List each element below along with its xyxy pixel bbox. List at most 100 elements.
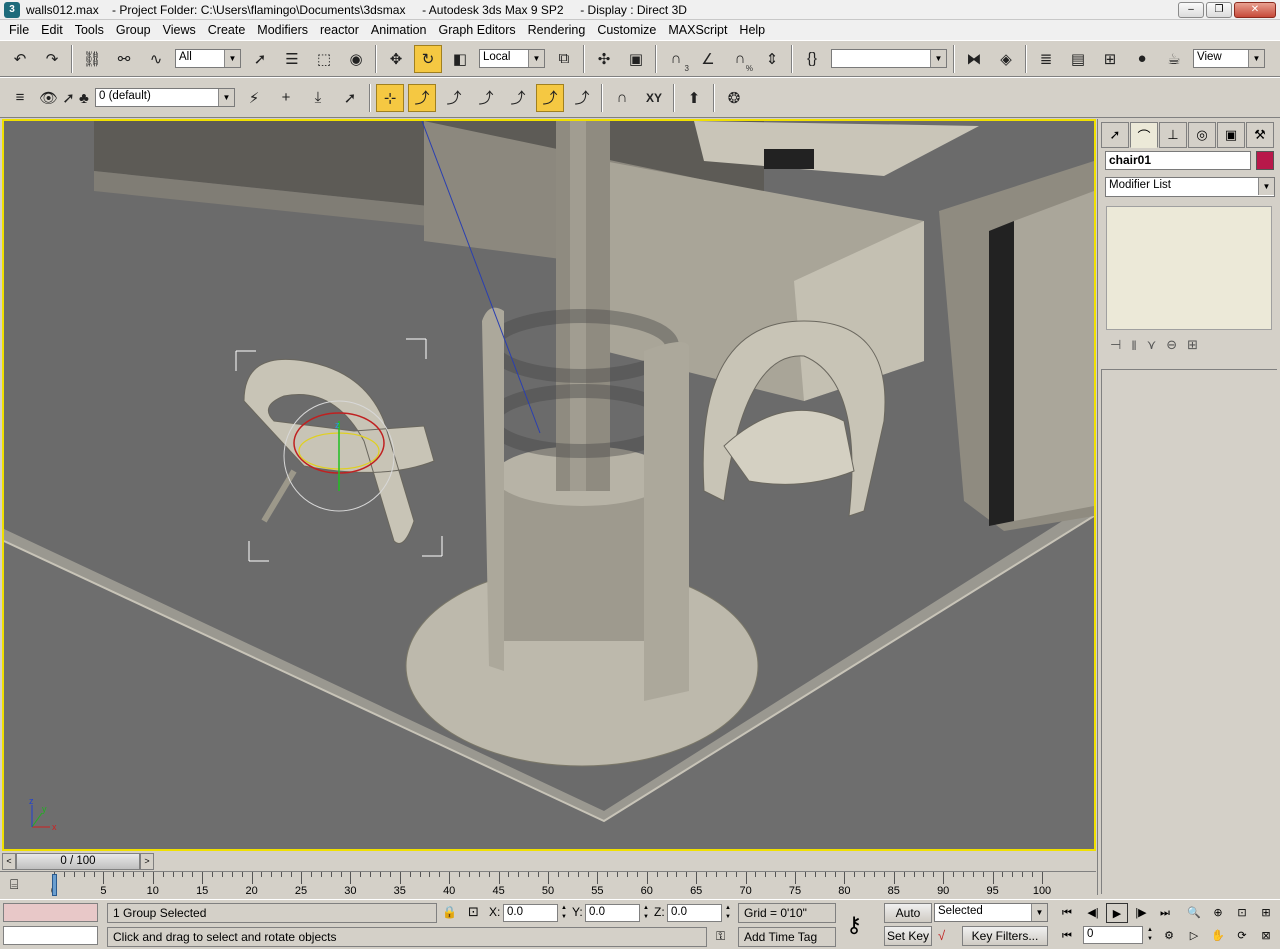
field-of-view-icon[interactable]: ▷	[1183, 926, 1205, 946]
menu-customize[interactable]: Customize	[591, 20, 662, 40]
key-filters-button[interactable]: Key Filters...	[962, 926, 1048, 946]
menu-animation[interactable]: Animation	[365, 20, 433, 40]
schematic-view-icon[interactable]: ⊞	[1096, 45, 1124, 73]
x-coordinate-field[interactable]: 0.0	[503, 904, 558, 922]
window-crossing-icon[interactable]: ◉	[342, 45, 370, 73]
angle-snap-icon[interactable]: ∠	[694, 45, 722, 73]
auto-key-button[interactable]: Auto Key	[884, 903, 932, 938]
constraint-x-icon[interactable]: ⤴	[440, 84, 468, 112]
maximize-button[interactable]: ❐	[1206, 2, 1232, 18]
axis-xy-icon[interactable]: XY	[640, 84, 668, 112]
menu-rendering[interactable]: Rendering	[522, 20, 592, 40]
select-by-name-icon[interactable]: ☰	[278, 45, 306, 73]
arc-rotate-icon[interactable]: ⟳	[1231, 926, 1253, 946]
hierarchy-tab-icon[interactable]: ⊥	[1159, 122, 1187, 148]
undo-icon[interactable]: ↶	[6, 45, 34, 73]
z-coordinate-field[interactable]: 0.0	[667, 904, 722, 922]
snap-toggle-icon[interactable]: ∩ 3	[662, 45, 690, 73]
layer-visibility-icons[interactable]: 👁 ➚ ♣	[38, 84, 90, 112]
time-tag-icon[interactable]: ⚿	[716, 929, 725, 944]
particle-icon[interactable]: ❂	[720, 84, 748, 112]
time-slider-handle[interactable]: 0 / 100	[16, 853, 140, 870]
key-mode-dropdown[interactable]: Selected	[934, 903, 1048, 922]
modifier-list-dropdown[interactable]: Modifier List	[1105, 177, 1275, 197]
time-slider-prev[interactable]: <	[2, 853, 16, 870]
next-frame-icon[interactable]: |▶	[1130, 903, 1152, 923]
display-tab-icon[interactable]: ▣	[1217, 122, 1245, 148]
current-frame-field[interactable]: 0	[1083, 926, 1143, 944]
select-layer-icon[interactable]: ➚	[336, 84, 364, 112]
reference-coord-dropdown[interactable]: Local	[479, 49, 545, 68]
manipulate-icon[interactable]: ✣	[590, 45, 618, 73]
menu-create[interactable]: Create	[202, 20, 252, 40]
constraint-y-icon[interactable]: ⤴	[472, 84, 500, 112]
rotate-icon[interactable]: ↻	[414, 44, 442, 73]
lock-selection-icon[interactable]: 🔒	[442, 905, 457, 919]
spinner-snap-icon[interactable]: ⇕	[758, 45, 786, 73]
mirror-icon[interactable]: ⧓	[960, 45, 988, 73]
array-icon[interactable]: ⬆	[680, 84, 708, 112]
modify-tab-icon[interactable]: ⌒	[1130, 122, 1158, 148]
current-frame-marker[interactable]	[52, 874, 57, 896]
key-icon[interactable]: ⚷	[846, 912, 862, 938]
modifier-stack[interactable]	[1106, 206, 1272, 330]
object-name-field[interactable]: chair01	[1105, 151, 1251, 170]
maxscript-listener-mini[interactable]	[3, 903, 98, 922]
menu-group[interactable]: Group	[110, 20, 157, 40]
configure-modifier-sets-icon[interactable]: ⊞	[1187, 337, 1198, 353]
go-to-end-icon[interactable]: ⏭	[1154, 903, 1176, 923]
key-mode-toggle-icon[interactable]: ⏮	[1056, 926, 1078, 946]
unlink-icon[interactable]: ⚯	[110, 45, 138, 73]
axis-constraint-icon[interactable]: ⊹	[376, 83, 404, 112]
layer-dropdown[interactable]: 0 (default)	[95, 88, 235, 107]
z-spinner[interactable]: ▲ ▼	[723, 904, 733, 922]
key-mode-icon[interactable]: √	[938, 928, 945, 943]
menu-file[interactable]: File	[3, 20, 35, 40]
selection-filter-dropdown[interactable]: All	[175, 49, 241, 68]
align-icon[interactable]: ◈	[992, 45, 1020, 73]
scale-icon[interactable]: ◧	[446, 45, 474, 73]
y-spinner[interactable]: ▲ ▼	[641, 904, 651, 922]
percent-snap-icon[interactable]: ∩%	[726, 45, 754, 73]
bind-space-warp-icon[interactable]: ∿	[142, 45, 170, 73]
zoom-all-icon[interactable]: ⊕	[1207, 903, 1229, 923]
maximize-viewport-icon[interactable]: ⊠	[1255, 926, 1277, 946]
app-icon[interactable]: 3	[4, 1, 20, 18]
utilities-tab-icon[interactable]: ⚒	[1246, 122, 1274, 148]
viewport-render-dropdown[interactable]: View	[1193, 49, 1265, 68]
pin-stack-icon[interactable]: ⊣	[1110, 337, 1121, 353]
menu-tools[interactable]: Tools	[69, 20, 110, 40]
motion-tab-icon[interactable]: ◎	[1188, 122, 1216, 148]
render-scene-icon[interactable]: ☕	[1160, 45, 1188, 73]
menu-edit[interactable]: Edit	[35, 20, 69, 40]
add-time-tag[interactable]: Add Time Tag	[738, 927, 836, 947]
menu-help[interactable]: Help	[733, 20, 771, 40]
curve-editor-icon[interactable]: ▤	[1064, 45, 1092, 73]
pivot-center-icon[interactable]: ⧉	[550, 45, 578, 73]
time-slider[interactable]: < 0 / 100 >	[0, 852, 1096, 871]
constraint-yz-icon[interactable]: ⤴	[536, 83, 564, 112]
keyboard-shortcut-icon[interactable]: ▣	[622, 45, 650, 73]
show-end-result-icon[interactable]: ‖	[1131, 338, 1136, 353]
x-spinner[interactable]: ▲ ▼	[559, 904, 569, 922]
select-object-icon[interactable]: ➚	[246, 45, 274, 73]
menu-modifiers[interactable]: Modifiers	[251, 20, 314, 40]
select-and-link-icon[interactable]: ⛓	[78, 45, 106, 73]
layers-icon[interactable]: ≡	[6, 84, 34, 112]
remove-modifier-icon[interactable]: ⊖	[1166, 337, 1177, 353]
menu-reactor[interactable]: reactor	[314, 20, 365, 40]
constraint-zx-icon[interactable]: ⤴	[568, 84, 596, 112]
add-to-layer-icon[interactable]: ⤓	[304, 84, 332, 112]
menu-views[interactable]: Views	[157, 20, 202, 40]
constraint-z-icon[interactable]: ⤴	[504, 84, 532, 112]
move-icon[interactable]: ✥	[382, 45, 410, 73]
pan-icon[interactable]: ✋	[1207, 926, 1229, 946]
go-to-start-icon[interactable]: ⏮	[1056, 903, 1078, 923]
named-selection-dropdown[interactable]	[831, 49, 947, 68]
material-editor-icon[interactable]: ●	[1128, 45, 1156, 73]
set-key-button[interactable]: Set Key	[884, 926, 932, 946]
redo-icon[interactable]: ↷	[38, 45, 66, 73]
edit-named-selection-icon[interactable]: {}	[798, 45, 826, 73]
layer-select-icon[interactable]: ⚡	[240, 84, 268, 112]
track-bar[interactable]: ⌸ 05101520253035404550556065707580859095…	[0, 871, 1096, 899]
